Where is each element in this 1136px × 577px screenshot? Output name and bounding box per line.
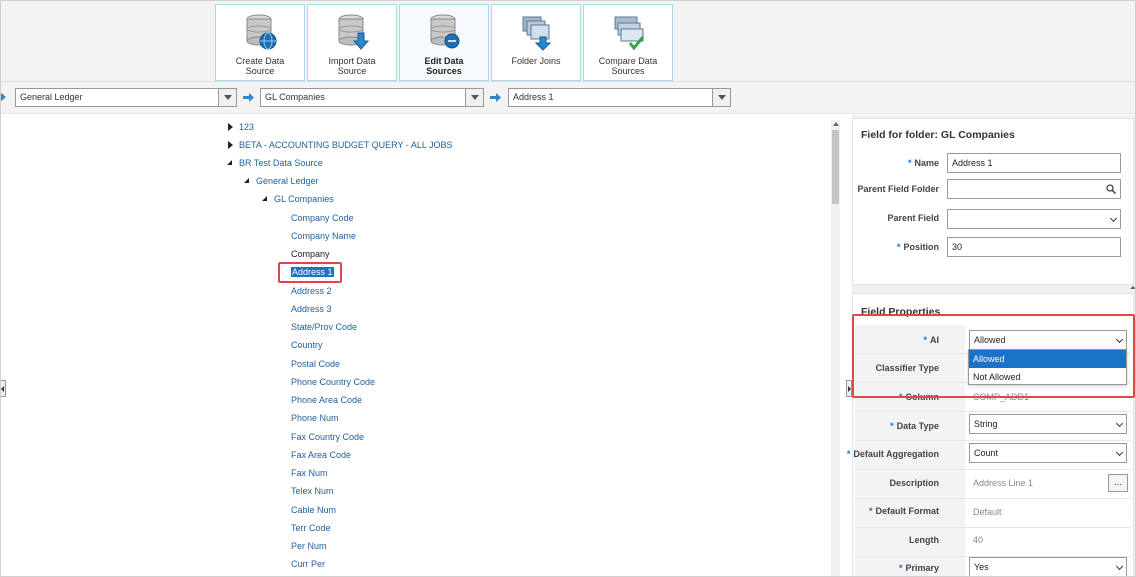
data-type-label: * Data Type [890, 421, 939, 431]
field-select[interactable]: Address 1 [508, 88, 731, 107]
import-data-source-button[interactable]: Import Data Source [307, 4, 397, 81]
chevron-down-icon [1109, 214, 1118, 223]
create-data-source-label: Create Data Source [235, 56, 285, 76]
arrow-right-icon [243, 93, 254, 102]
tree-scrollbar[interactable] [831, 120, 840, 577]
tree-leaf[interactable]: Address 2 [291, 284, 332, 298]
edit-data-sources-label: Edit Data Sources [424, 56, 464, 76]
chevron-down-icon[interactable] [712, 89, 730, 106]
edit-data-sources-button[interactable]: Edit Data Sources [399, 4, 489, 81]
default-aggregation-select[interactable]: Count [969, 443, 1127, 463]
tree-leaf[interactable]: Per Num [291, 539, 327, 553]
data-source-select-value: General Ledger [20, 92, 83, 102]
tree-leaf[interactable]: Address 3 [291, 302, 332, 316]
expand-triangle-icon[interactable] [228, 123, 233, 131]
tree-leaf[interactable]: Fax Area Code [291, 448, 351, 462]
tree-leaf[interactable]: Phone Country Code [291, 375, 375, 389]
folder-joins-icon [522, 16, 552, 51]
field-card: Field for folder: GL Companies * Name Add… [852, 118, 1134, 285]
database-globe-icon [246, 14, 277, 50]
database-edit-icon [430, 14, 460, 49]
highlight-box-ai-dropdown [852, 314, 1135, 398]
data-source-tree: 123 BETA - ACCOUNTING BUDGET QUERY - ALL… [0, 115, 846, 577]
tree-leaf[interactable]: Fax Country Code [291, 430, 364, 444]
chevron-down-icon [1115, 419, 1124, 428]
folder-select[interactable]: GL Companies [260, 88, 484, 107]
parent-field-folder-input[interactable] [947, 179, 1121, 199]
primary-label: * Primary [898, 563, 939, 573]
position-label: * Position [896, 242, 939, 252]
description-label: Description [889, 478, 939, 488]
compare-data-sources-button[interactable]: Compare Data Sources [583, 4, 673, 81]
description-value: Address Line 1 [973, 478, 1034, 488]
tree-node[interactable]: 123 [239, 120, 254, 134]
collapse-triangle-icon[interactable] [262, 196, 267, 201]
create-data-source-button[interactable]: Create Data Source [215, 4, 305, 81]
tree-leaf[interactable]: Curr Per [291, 557, 325, 571]
scrollbar-thumb[interactable] [832, 130, 839, 204]
tree-leaf[interactable]: Terr Code [291, 521, 331, 535]
breadcrumb-selectors: General Ledger GL Companies Address 1 [0, 82, 1136, 114]
chevron-down-icon[interactable] [465, 89, 483, 106]
tree-leaf[interactable]: Telex Num [291, 484, 334, 498]
position-input[interactable]: 30 [947, 237, 1121, 257]
tree-leaf[interactable]: Postal Code [291, 357, 340, 371]
tree-node[interactable]: BETA - ACCOUNTING BUDGET QUERY - ALL JOB… [239, 138, 453, 152]
folder-select-value: GL Companies [265, 92, 325, 102]
tree-leaf[interactable]: Phone Area Code [291, 393, 362, 407]
toolbar: Create Data Source Import Data Source Ed… [0, 0, 1136, 82]
tree-leaf[interactable]: State/Prov Code [291, 320, 357, 334]
panel-scroll-up-icon[interactable] [1130, 284, 1136, 289]
tree-leaf[interactable]: Country [291, 338, 323, 352]
compare-data-sources-label: Compare Data Sources [598, 56, 658, 76]
tree-leaf[interactable]: Fax Num [291, 466, 328, 480]
data-type-select[interactable]: String [969, 414, 1127, 434]
parent-field-select[interactable] [947, 209, 1121, 229]
tree-leaf[interactable]: Company Name [291, 229, 356, 243]
parent-field-folder-label: Parent Field Folder [857, 184, 939, 194]
default-aggregation-label: * Default Aggregation [846, 449, 939, 459]
import-data-source-label: Import Data Source [328, 56, 376, 76]
collapse-left-pane-handle[interactable] [0, 380, 6, 397]
highlight-box-selected-field [278, 262, 342, 283]
description-edit-button[interactable]: ... [1108, 474, 1128, 492]
folder-joins-button[interactable]: Folder Joins [491, 4, 581, 81]
default-format-label: * Default Format [868, 506, 939, 516]
search-icon[interactable] [1106, 184, 1116, 194]
expand-left-icon[interactable] [0, 92, 6, 102]
folder-joins-label: Folder Joins [511, 56, 561, 66]
field-card-title: Field for folder: GL Companies [861, 129, 1015, 141]
chevron-down-icon [1115, 562, 1124, 571]
collapse-triangle-icon[interactable] [227, 160, 232, 165]
collapse-triangle-icon[interactable] [244, 178, 249, 183]
default-format-value: Default [973, 507, 1002, 517]
tree-node[interactable]: GL Companies [274, 192, 334, 206]
tree-leaf[interactable]: Cable Num [291, 503, 336, 517]
tree-leaf[interactable]: Phone Num [291, 411, 339, 425]
tree-leaf[interactable]: Company Code [291, 211, 354, 225]
tree-leaf[interactable]: Company [291, 247, 330, 261]
compare-data-sources-icon [614, 16, 645, 51]
database-import-icon [338, 14, 370, 50]
arrow-right-icon [490, 93, 501, 102]
tree-node[interactable]: General Ledger [256, 174, 319, 188]
length-label: Length [909, 535, 939, 545]
parent-field-label: Parent Field [887, 213, 939, 223]
name-input[interactable]: Address 1 [947, 153, 1121, 173]
name-label: * Name [907, 158, 939, 168]
chevron-down-icon[interactable] [218, 89, 236, 106]
field-select-value: Address 1 [513, 92, 554, 102]
chevron-down-icon [1115, 448, 1124, 457]
data-source-select[interactable]: General Ledger [15, 88, 237, 107]
expand-triangle-icon[interactable] [228, 141, 233, 149]
length-value: 40 [973, 535, 984, 545]
scroll-up-icon[interactable] [833, 122, 839, 126]
tree-node[interactable]: BR Test Data Source [239, 156, 323, 170]
primary-select[interactable]: Yes [969, 557, 1127, 577]
